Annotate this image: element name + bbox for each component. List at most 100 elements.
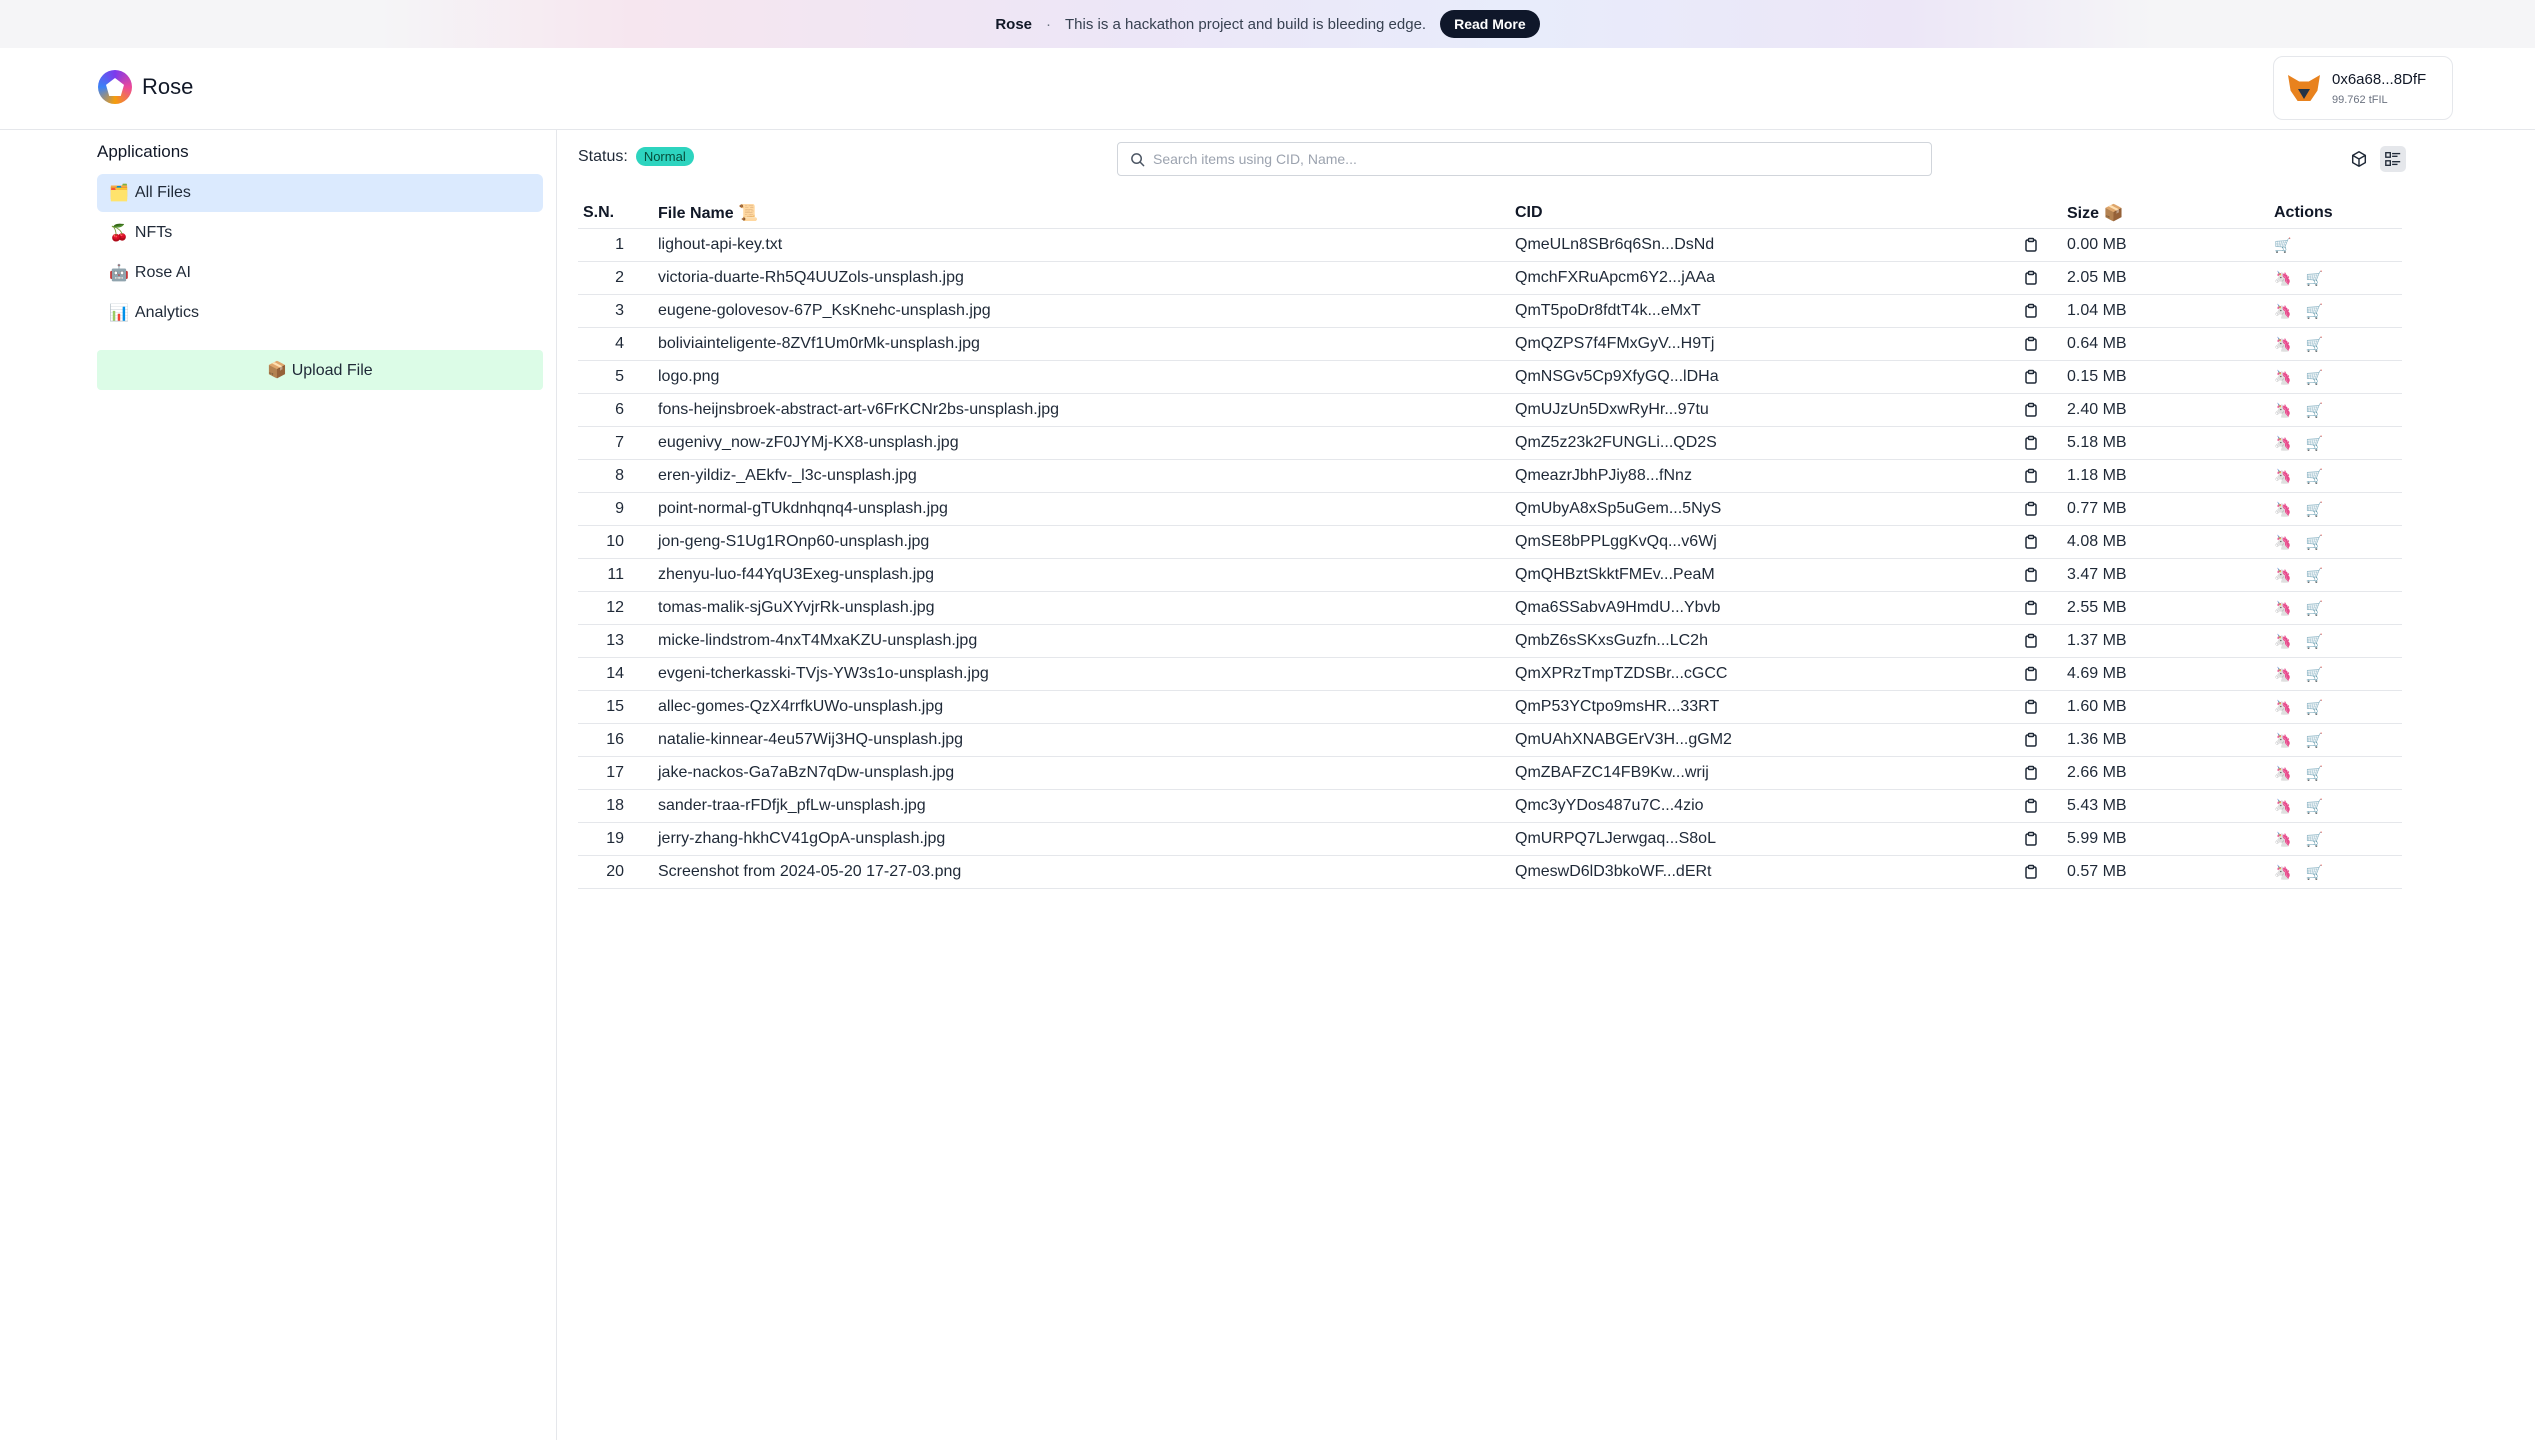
table-row[interactable]: 4 boliviainteligente-8ZVf1Um0rMk-unsplas… bbox=[578, 328, 2402, 361]
clipboard-icon[interactable] bbox=[2023, 336, 2039, 352]
clipboard-icon[interactable] bbox=[2023, 369, 2039, 385]
cart-icon[interactable]: 🛒 bbox=[2305, 468, 2322, 485]
cid-value: QmeswD6lD3bkoWF...dERt bbox=[1515, 863, 1712, 880]
cart-icon[interactable]: 🛒 bbox=[2274, 237, 2291, 254]
table-row[interactable]: 13 micke-lindstrom-4nxT4MxaKZU-unsplash.… bbox=[578, 625, 2402, 658]
clipboard-icon[interactable] bbox=[2023, 600, 2039, 616]
cart-icon[interactable]: 🛒 bbox=[2305, 732, 2322, 749]
cart-icon[interactable]: 🛒 bbox=[2305, 501, 2322, 518]
clipboard-icon[interactable] bbox=[2023, 699, 2039, 715]
row-sn: 2 bbox=[615, 269, 624, 286]
search-input[interactable] bbox=[1153, 151, 1913, 167]
table-row[interactable]: 15 allec-gomes-QzX4rrfkUWo-unsplash.jpg … bbox=[578, 691, 2402, 724]
cart-icon[interactable]: 🛒 bbox=[2305, 303, 2322, 320]
clipboard-icon[interactable] bbox=[2023, 468, 2039, 484]
mint-nft-icon[interactable]: 🦄 bbox=[2274, 864, 2291, 881]
row-size: 0.64 MB bbox=[2067, 335, 2127, 352]
cart-icon[interactable]: 🛒 bbox=[2305, 798, 2322, 815]
row-sn: 19 bbox=[606, 830, 624, 847]
sidebar-item-nfts[interactable]: 🍒 NFTs bbox=[97, 214, 543, 252]
table-row[interactable]: 19 jerry-zhang-hkhCV41gOpA-unsplash.jpg … bbox=[578, 823, 2402, 856]
table-row[interactable]: 17 jake-nackos-Ga7aBzN7qDw-unsplash.jpg … bbox=[578, 757, 2402, 790]
clipboard-icon[interactable] bbox=[2023, 270, 2039, 286]
mint-nft-icon[interactable]: 🦄 bbox=[2274, 732, 2291, 749]
mint-nft-icon[interactable]: 🦄 bbox=[2274, 303, 2291, 320]
sidebar-item-analytics[interactable]: 📊 Analytics bbox=[97, 294, 543, 332]
table-row[interactable]: 10 jon-geng-S1Ug1ROnp60-unsplash.jpg QmS… bbox=[578, 526, 2402, 559]
row-file-name: sander-traa-rFDfjk_pfLw-unsplash.jpg bbox=[658, 797, 926, 814]
clipboard-icon[interactable] bbox=[2023, 435, 2039, 451]
mint-nft-icon[interactable]: 🦄 bbox=[2274, 831, 2291, 848]
clipboard-icon[interactable] bbox=[2023, 567, 2039, 583]
mint-nft-icon[interactable]: 🦄 bbox=[2274, 765, 2291, 782]
clipboard-icon[interactable] bbox=[2023, 402, 2039, 418]
clipboard-icon[interactable] bbox=[2023, 831, 2039, 847]
table-row[interactable]: 1 lighout-api-key.txt QmeULn8SBr6q6Sn...… bbox=[578, 229, 2402, 262]
table-row[interactable]: 14 evgeni-tcherkasski-TVjs-YW3s1o-unspla… bbox=[578, 658, 2402, 691]
clipboard-icon[interactable] bbox=[2023, 666, 2039, 682]
mint-nft-icon[interactable]: 🦄 bbox=[2274, 369, 2291, 386]
table-row[interactable]: 8 eren-yildiz-_AEkfv-_l3c-unsplash.jpg Q… bbox=[578, 460, 2402, 493]
mint-nft-icon[interactable]: 🦄 bbox=[2274, 633, 2291, 650]
logo[interactable]: Rose bbox=[98, 70, 193, 104]
cart-icon[interactable]: 🛒 bbox=[2305, 270, 2322, 287]
mint-nft-icon[interactable]: 🦄 bbox=[2274, 699, 2291, 716]
table-row[interactable]: 20 Screenshot from 2024-05-20 17-27-03.p… bbox=[578, 856, 2402, 889]
cart-icon[interactable]: 🛒 bbox=[2305, 600, 2322, 617]
table-row[interactable]: 6 fons-heijnsbroek-abstract-art-v6FrKCNr… bbox=[578, 394, 2402, 427]
table-row[interactable]: 2 victoria-duarte-Rh5Q4UUZols-unsplash.j… bbox=[578, 262, 2402, 295]
mint-nft-icon[interactable]: 🦄 bbox=[2274, 534, 2291, 551]
table-row[interactable]: 18 sander-traa-rFDfjk_pfLw-unsplash.jpg … bbox=[578, 790, 2402, 823]
cart-icon[interactable]: 🛒 bbox=[2305, 765, 2322, 782]
mint-nft-icon[interactable]: 🦄 bbox=[2274, 402, 2291, 419]
read-more-button[interactable]: Read More bbox=[1440, 10, 1540, 38]
cart-icon[interactable]: 🛒 bbox=[2305, 699, 2322, 716]
sidebar-item-rose-ai[interactable]: 🤖 Rose AI bbox=[97, 254, 543, 292]
mint-nft-icon[interactable]: 🦄 bbox=[2274, 567, 2291, 584]
cart-icon[interactable]: 🛒 bbox=[2305, 666, 2322, 683]
mint-nft-icon[interactable]: 🦄 bbox=[2274, 435, 2291, 452]
cart-icon[interactable]: 🛒 bbox=[2305, 567, 2322, 584]
row-cid: QmZ5z23k2FUNGLi...QD2S bbox=[1515, 434, 2067, 452]
clipboard-icon[interactable] bbox=[2023, 864, 2039, 880]
table-row[interactable]: 12 tomas-malik-sjGuXYvjrRk-unsplash.jpg … bbox=[578, 592, 2402, 625]
cart-icon[interactable]: 🛒 bbox=[2305, 435, 2322, 452]
wallet-button[interactable]: 0x6a68...8DfF 99.762 tFIL bbox=[2273, 56, 2453, 120]
cart-icon[interactable]: 🛒 bbox=[2305, 369, 2322, 386]
cart-icon[interactable]: 🛒 bbox=[2305, 402, 2322, 419]
rose-logo-icon bbox=[98, 70, 132, 104]
mint-nft-icon[interactable]: 🦄 bbox=[2274, 270, 2291, 287]
cart-icon[interactable]: 🛒 bbox=[2305, 633, 2322, 650]
table-row[interactable]: 9 point-normal-gTUkdnhqnq4-unsplash.jpg … bbox=[578, 493, 2402, 526]
mint-nft-icon[interactable]: 🦄 bbox=[2274, 600, 2291, 617]
clipboard-icon[interactable] bbox=[2023, 732, 2039, 748]
grid-view-button[interactable] bbox=[2346, 146, 2372, 172]
clipboard-icon[interactable] bbox=[2023, 633, 2039, 649]
table-row[interactable]: 3 eugene-golovesov-67P_KsKnehc-unsplash.… bbox=[578, 295, 2402, 328]
clipboard-icon[interactable] bbox=[2023, 237, 2039, 253]
clipboard-icon[interactable] bbox=[2023, 765, 2039, 781]
clipboard-icon[interactable] bbox=[2023, 798, 2039, 814]
search-box[interactable] bbox=[1117, 142, 1932, 176]
cart-icon[interactable]: 🛒 bbox=[2305, 831, 2322, 848]
mint-nft-icon[interactable]: 🦄 bbox=[2274, 666, 2291, 683]
sidebar-item-all-files[interactable]: 🗂️ All Files bbox=[97, 174, 543, 212]
list-view-button[interactable] bbox=[2380, 146, 2406, 172]
clipboard-icon[interactable] bbox=[2023, 501, 2039, 517]
mint-nft-icon[interactable]: 🦄 bbox=[2274, 336, 2291, 353]
clipboard-icon[interactable] bbox=[2023, 303, 2039, 319]
upload-file-button[interactable]: 📦 Upload File bbox=[97, 350, 543, 390]
cart-icon[interactable]: 🛒 bbox=[2305, 534, 2322, 551]
table-row[interactable]: 7 eugenivy_now-zF0JYMj-KX8-unsplash.jpg … bbox=[578, 427, 2402, 460]
cart-icon[interactable]: 🛒 bbox=[2305, 864, 2322, 881]
mint-nft-icon[interactable]: 🦄 bbox=[2274, 468, 2291, 485]
sidebar: Applications 🗂️ All Files 🍒 NFTs 🤖 Rose … bbox=[0, 130, 557, 1440]
cart-icon[interactable]: 🛒 bbox=[2305, 336, 2322, 353]
cid-value: QmP53YCtpo9msHR...33RT bbox=[1515, 698, 1720, 715]
table-row[interactable]: 16 natalie-kinnear-4eu57Wij3HQ-unsplash.… bbox=[578, 724, 2402, 757]
clipboard-icon[interactable] bbox=[2023, 534, 2039, 550]
table-row[interactable]: 11 zhenyu-luo-f44YqU3Exeg-unsplash.jpg Q… bbox=[578, 559, 2402, 592]
table-row[interactable]: 5 logo.png QmNSGv5Cp9XfyGQ...lDHa 0.15 M… bbox=[578, 361, 2402, 394]
mint-nft-icon[interactable]: 🦄 bbox=[2274, 798, 2291, 815]
mint-nft-icon[interactable]: 🦄 bbox=[2274, 501, 2291, 518]
